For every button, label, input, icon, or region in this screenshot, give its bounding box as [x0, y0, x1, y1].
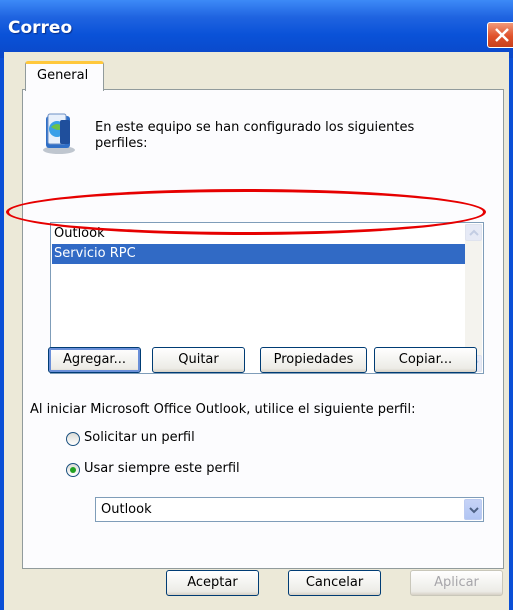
profiles-description: En este equipo se han configurado los si… — [95, 120, 475, 152]
close-button[interactable] — [487, 22, 513, 48]
description-line-2: perfiles: — [95, 136, 148, 151]
profile-select-value: Outlook — [101, 502, 152, 517]
cancel-button[interactable]: Cancelar — [288, 570, 381, 596]
startup-profile-label: Al iniciar Microsoft Office Outlook, uti… — [30, 402, 416, 417]
prompt-profile-radio[interactable] — [66, 432, 80, 446]
properties-button[interactable]: Propiedades — [260, 347, 367, 373]
prompt-profile-label[interactable]: Solicitar un perfil — [84, 430, 195, 445]
list-item[interactable]: Outlook — [52, 224, 465, 244]
add-button[interactable]: Agregar... — [48, 347, 141, 373]
chevron-up-icon — [469, 229, 479, 236]
tab-general[interactable]: General — [25, 61, 104, 91]
profile-select[interactable]: Outlook — [95, 497, 484, 522]
close-icon — [495, 28, 509, 42]
radio-selected-dot — [70, 467, 76, 473]
apply-button[interactable]: Aplicar — [410, 570, 503, 596]
mail-dialog: Correo General En este equipo se han con… — [0, 0, 513, 610]
window-title: Correo — [8, 18, 73, 38]
chevron-down-icon — [469, 507, 479, 514]
copy-button[interactable]: Copiar... — [374, 347, 477, 373]
title-bar[interactable]: Correo — [0, 0, 513, 58]
ok-button[interactable]: Aceptar — [166, 570, 259, 596]
profile-select-dropdown-button[interactable] — [464, 499, 482, 520]
description-line-1: En este equipo se han configurado los si… — [95, 120, 415, 135]
scroll-up-button[interactable] — [465, 224, 482, 241]
dialog-body: General En este equipo se han configurad… — [4, 52, 509, 610]
always-use-profile-radio[interactable] — [66, 463, 80, 477]
list-item-selected[interactable]: Servicio RPC — [52, 244, 465, 264]
profiles-icon — [40, 110, 78, 158]
always-use-profile-label[interactable]: Usar siempre este perfil — [84, 461, 240, 476]
remove-button[interactable]: Quitar — [152, 347, 245, 373]
